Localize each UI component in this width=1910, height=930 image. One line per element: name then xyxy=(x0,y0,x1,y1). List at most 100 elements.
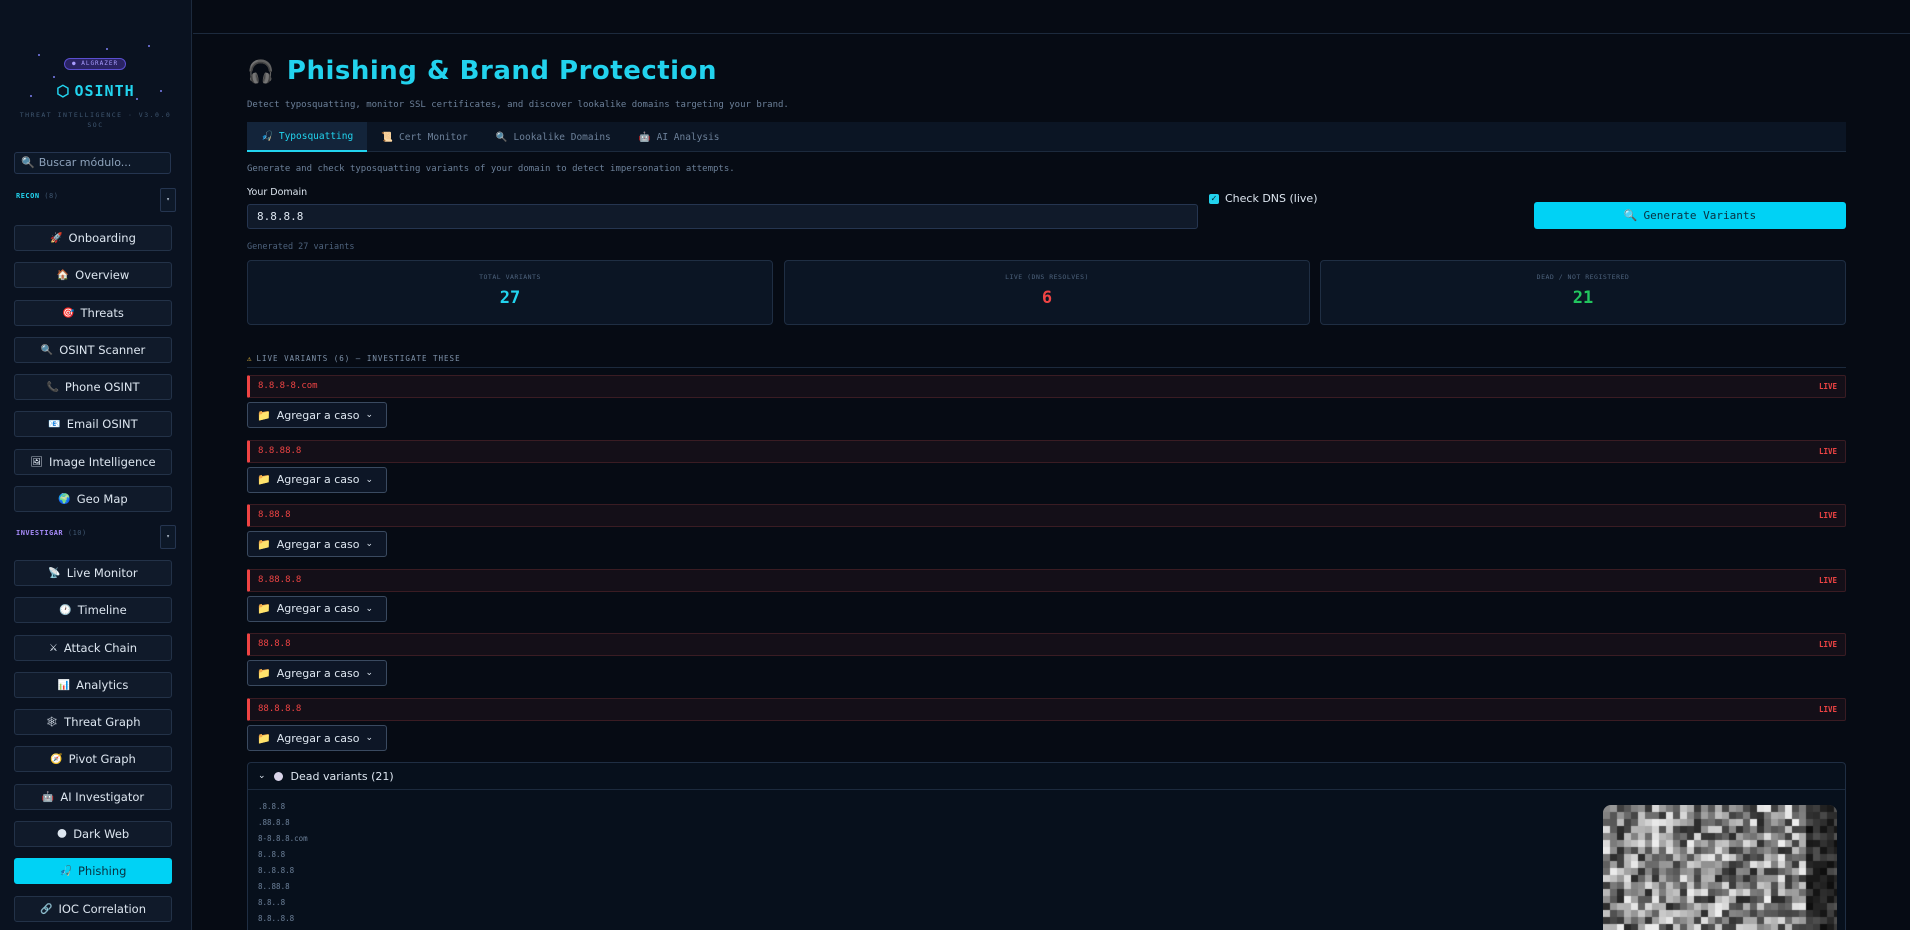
stat-value: 21 xyxy=(1572,288,1594,308)
live-variant-row: 8.8.8-8.com LIVE xyxy=(247,375,1846,398)
tab-lookalike-domains[interactable]: 🔍 Lookalike Domains xyxy=(482,122,625,152)
live-tag: LIVE xyxy=(1818,446,1837,456)
robot-icon: 🤖 xyxy=(638,131,651,143)
add-to-case-button[interactable]: 📁 Agregar a caso ⌄ xyxy=(247,595,387,622)
section-investigar-toggle[interactable]: ▾ xyxy=(160,525,176,549)
tab-typosquatting[interactable]: 🎣 Typosquatting xyxy=(247,122,368,152)
tab-label: AI Analysis xyxy=(656,131,720,143)
sidebar-item-label: Overview xyxy=(75,268,130,282)
sidebar-item-onboarding[interactable]: 🚀 Onboarding xyxy=(14,225,172,251)
dead-variant-item: 8.8..8 xyxy=(258,898,286,907)
check-dns-checkbox[interactable]: ✓ Check DNS (live) xyxy=(1209,192,1318,205)
generate-variants-button[interactable]: 🔍 Generate Variants xyxy=(1534,202,1846,229)
live-tag: LIVE xyxy=(1818,575,1837,585)
add-to-case-label: Agregar a caso xyxy=(276,473,360,487)
sidebar-item-icon: 🤖 xyxy=(41,791,55,803)
sidebar-item-label: Live Monitor xyxy=(66,566,138,580)
add-to-case-label: Agregar a caso xyxy=(276,666,360,680)
sidebar-item-osint-scanner[interactable]: 🔍 OSINT Scanner xyxy=(14,337,172,363)
section-recon-toggle[interactable]: ▾ xyxy=(160,188,176,212)
sidebar-item-icon: 🎣 xyxy=(59,865,72,877)
app-subtitle: THREAT INTELLIGENCE · V3.0.0 SOC xyxy=(19,111,172,129)
sidebar-item-icon: 📊 xyxy=(57,679,71,691)
generate-label: Generate Variants xyxy=(1643,209,1757,222)
sidebar-item-ai-investigator[interactable]: 🤖 AI Investigator xyxy=(14,784,172,810)
live-variant-row: 8.8.88.8 LIVE xyxy=(247,439,1846,463)
sidebar-item-icon: 📞 xyxy=(46,381,59,393)
sidebar-item-live-monitor[interactable]: 📡 Live Monitor xyxy=(14,560,172,586)
live-variant-row: 88.8.8.8 LIVE xyxy=(247,698,1846,721)
sidebar-item-label: Threat Graph xyxy=(64,715,141,729)
sidebar-item-pivot-graph[interactable]: 🧭 Pivot Graph xyxy=(14,746,172,772)
chevron-down-icon: ⌄ xyxy=(365,410,374,420)
sidebar-item-icon: 🏠 xyxy=(56,269,70,281)
add-to-case-label: Agregar a caso xyxy=(276,537,360,551)
sidebar-item-email-osint[interactable]: 📧 Email OSINT xyxy=(14,411,172,437)
scroll-icon: 📜 xyxy=(381,131,394,143)
folder-icon: 📁 xyxy=(257,602,271,616)
add-to-case-button[interactable]: 📁 Agregar a caso ⌄ xyxy=(247,402,387,428)
sidebar-item-icon: 📡 xyxy=(48,567,61,579)
top-bar xyxy=(193,0,1910,34)
sidebar-item-threat-graph[interactable]: 🕸 Threat Graph xyxy=(14,709,172,735)
search-icon: 🔍 xyxy=(21,156,35,169)
sidebar-item-phone-osint[interactable]: 📞 Phone OSINT xyxy=(14,374,172,400)
dead-variant-item: 8-8.8.8.com xyxy=(258,834,308,843)
variant-domain: 8.8.88.8 xyxy=(258,445,302,456)
sidebar-item-icon: 🧭 xyxy=(50,753,63,765)
stat-label: LIVE (DNS RESOLVES) xyxy=(1005,273,1089,281)
logo: ● ALGRAZER ⬡ OSINTH THREAT INTELLIGENCE ·… xyxy=(18,40,173,135)
sidebar-item-label: Analytics xyxy=(76,678,129,692)
checkbox-checked-icon: ✓ xyxy=(1209,193,1219,204)
live-heading-text: LIVE VARIANTS (6) — INVESTIGATE THESE xyxy=(256,354,461,363)
folder-icon: 📁 xyxy=(257,666,271,680)
stat-live: LIVE (DNS RESOLVES) 6 xyxy=(784,260,1310,325)
page-title: 🎧 Phishing & Brand Protection xyxy=(247,56,717,86)
sidebar-item-icon: 🎯 xyxy=(62,307,75,319)
chevron-down-icon: ⌄ xyxy=(365,603,374,614)
sidebar-item-icon: 🖼 xyxy=(30,456,44,468)
add-to-case-button[interactable]: 📁 Agregar a caso ⌄ xyxy=(247,466,387,493)
sidebar-item-geo-map[interactable]: 🌍 Geo Map xyxy=(14,486,172,512)
tab-description: Generate and check typosquatting variant… xyxy=(247,164,735,174)
add-to-case-button[interactable]: 📁 Agregar a caso ⌄ xyxy=(247,725,387,751)
tab-label: Cert Monitor xyxy=(399,131,468,143)
folder-icon: 📁 xyxy=(257,408,271,422)
warning-icon: ⚠ xyxy=(247,354,253,363)
sidebar-item-analytics[interactable]: 📊 Analytics xyxy=(14,672,172,698)
search-icon: 🔍 xyxy=(1623,209,1638,222)
add-to-case-button[interactable]: 📁 Agregar a caso ⌄ xyxy=(247,660,387,687)
dead-variants-panel: ⌄ Dead variants (21) .8.8.8 .88.8.8 8-8.8.8… xyxy=(247,762,1846,930)
sidebar-item-attack-chain[interactable]: ⚔ Attack Chain xyxy=(14,635,172,661)
sidebar-item-phishing[interactable]: 🎣 Phishing xyxy=(14,858,172,884)
sidebar-item-overview[interactable]: 🏠 Overview xyxy=(14,262,172,288)
tab-label: Lookalike Domains xyxy=(513,131,611,143)
sidebar-item-ioc-correlation[interactable]: 🔗 IOC Correlation xyxy=(14,896,172,922)
stat-value: 27 xyxy=(499,288,521,308)
tab-cert-monitor[interactable]: 📜 Cert Monitor xyxy=(367,122,481,152)
dead-variants-toggle[interactable]: ⌄ Dead variants (21) xyxy=(258,763,394,789)
module-search-input[interactable]: 🔍 Buscar módulo... xyxy=(14,152,171,174)
sidebar-item-timeline[interactable]: 🕐 Timeline xyxy=(14,597,172,623)
variant-domain: 8.88.8.8 xyxy=(258,574,302,585)
sidebar-item-image-intelligence[interactable]: 🖼 Image Intelligence xyxy=(14,449,172,475)
noise-image xyxy=(1603,805,1837,930)
live-variants-heading: ⚠ LIVE VARIANTS (6) — INVESTIGATE THESE xyxy=(247,354,1846,368)
live-variant-row: 88.8.8 LIVE xyxy=(247,633,1846,657)
page-title-text: Phishing & Brand Protection xyxy=(286,56,717,86)
add-to-case-label: Agregar a caso xyxy=(276,408,360,422)
domain-input[interactable] xyxy=(247,204,1198,229)
check-dns-label: Check DNS (live) xyxy=(1225,192,1318,205)
section-count: (10) xyxy=(67,529,87,537)
add-to-case-button[interactable]: 📁 Agregar a caso ⌄ xyxy=(247,531,387,558)
dead-variant-item: 8..8.8.8 xyxy=(258,866,295,875)
variant-domain: 8.88.8 xyxy=(258,510,291,521)
sidebar-item-icon: 🌑 xyxy=(56,828,68,840)
generated-count: Generated 27 variants xyxy=(247,242,355,252)
dead-variant-item: 8..8.8 xyxy=(258,850,286,859)
variant-domain: 88.8.8.8 xyxy=(258,704,302,714)
sidebar-item-threats[interactable]: 🎯 Threats xyxy=(14,300,172,326)
tab-ai-analysis[interactable]: 🤖 AI Analysis xyxy=(625,122,734,152)
sidebar-item-dark-web[interactable]: 🌑 Dark Web xyxy=(14,821,172,847)
sidebar-item-label: Geo Map xyxy=(76,492,128,506)
